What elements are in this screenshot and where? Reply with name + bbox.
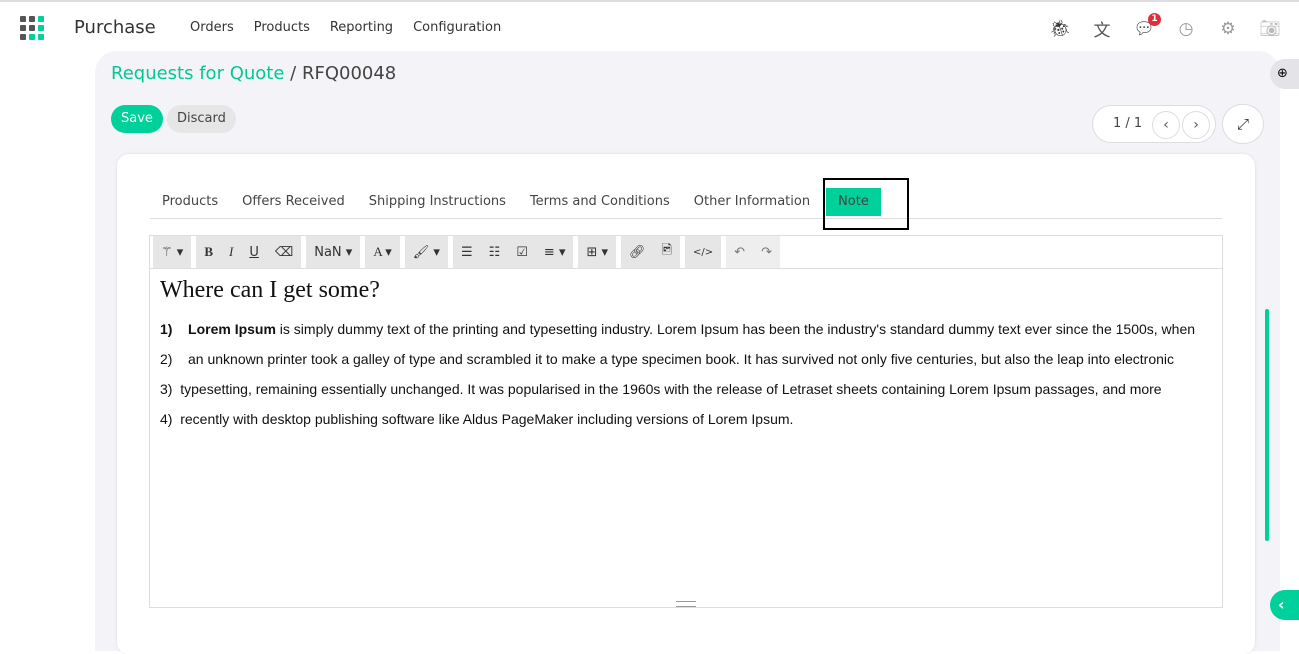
underline-icon[interactable]: U bbox=[241, 245, 267, 260]
chevron-left-icon[interactable]: ‹ bbox=[1270, 590, 1299, 620]
app-title[interactable]: Purchase bbox=[74, 17, 156, 38]
image-icon[interactable]: 🖻 bbox=[654, 241, 680, 263]
brush-icon[interactable]: 🖌︎ ▾ bbox=[405, 245, 448, 260]
top-navbar: Purchase Orders Products Reporting Confi… bbox=[0, 4, 1299, 51]
translate-icon[interactable]: 文 bbox=[1091, 16, 1113, 41]
note-line: 4) recently with desktop publishing soft… bbox=[160, 411, 794, 427]
note-line: 1) Lorem Ipsum is simply dummy text of t… bbox=[160, 321, 1196, 337]
numbered-list-icon[interactable]: ☷ bbox=[481, 245, 509, 260]
table-icon[interactable]: ⊞ ▾ bbox=[578, 245, 616, 260]
notification-badge: 1 bbox=[1148, 12, 1161, 26]
camera-icon[interactable]: 📷︎ bbox=[1259, 19, 1281, 39]
breadcrumb-parent[interactable]: Requests for Quote bbox=[111, 63, 284, 84]
editor-content[interactable]: Where can I get some? 1) Lorem Ipsum is … bbox=[150, 269, 1222, 442]
highlight-box bbox=[823, 178, 909, 230]
align-icon[interactable]: ≡ ▾ bbox=[536, 245, 574, 260]
tab-products[interactable]: Products bbox=[150, 188, 230, 216]
menu-products[interactable]: Products bbox=[254, 20, 310, 35]
scrollbar[interactable] bbox=[1265, 309, 1269, 541]
chevron-left-icon[interactable]: ‹ bbox=[1152, 111, 1180, 139]
notebook-tabs: Products Offers Received Shipping Instru… bbox=[150, 188, 1222, 219]
breadcrumb-current: RFQ00048 bbox=[301, 63, 397, 84]
expand-icon[interactable]: ⤢ bbox=[1222, 104, 1264, 144]
menu-orders[interactable]: Orders bbox=[190, 20, 234, 35]
italic-icon[interactable]: I bbox=[221, 244, 241, 260]
link-icon[interactable]: 🔗︎ bbox=[621, 245, 654, 260]
tab-offers-received[interactable]: Offers Received bbox=[230, 188, 357, 216]
menu-reporting[interactable]: Reporting bbox=[330, 20, 393, 35]
bullet-list-icon[interactable]: ☰ bbox=[453, 245, 481, 260]
gear-icon[interactable]: ⚙ bbox=[1217, 19, 1239, 39]
redo-icon[interactable]: ↷ bbox=[753, 245, 780, 260]
note-heading: Where can I get some? bbox=[160, 277, 380, 303]
note-editor[interactable]: ⚚ ▾ B I U ⌫ NaN ▾ A ▾ 🖌︎ ▾ ☰ ☷ ☑ ≡ ▾ ⊞ ▾ 🔗︎ 🖻 <… bbox=[149, 235, 1223, 608]
breadcrumb-separator: / bbox=[290, 63, 297, 84]
clock-icon[interactable]: ◷ bbox=[1175, 19, 1197, 39]
chat-icon[interactable]: 💬︎ 1 bbox=[1133, 12, 1161, 39]
tab-shipping-instructions[interactable]: Shipping Instructions bbox=[357, 188, 518, 216]
resize-handle[interactable] bbox=[676, 601, 696, 607]
apps-menu-icon[interactable] bbox=[20, 16, 44, 40]
note-line: 3) typesetting, remaining essentially un… bbox=[160, 381, 1162, 397]
editor-toolbar: ⚚ ▾ B I U ⌫ NaN ▾ A ▾ 🖌︎ ▾ ☰ ☷ ☑ ≡ ▾ ⊞ ▾ 🔗︎ 🖻 <… bbox=[150, 236, 1222, 269]
font-size-value: NaN bbox=[314, 244, 342, 260]
checklist-icon[interactable]: ☑ bbox=[508, 245, 536, 260]
undo-icon[interactable]: ↶ bbox=[726, 245, 753, 260]
pager: 1 / 1 ‹ › bbox=[1092, 105, 1216, 143]
breadcrumb: Requests for Quote / RFQ00048 bbox=[111, 63, 396, 84]
tab-other-information[interactable]: Other Information bbox=[682, 188, 822, 216]
note-line: 2) an unknown printer took a galley of t… bbox=[160, 351, 1175, 367]
code-view-icon[interactable]: </> bbox=[685, 247, 721, 258]
zoom-in-icon[interactable]: ⊕ bbox=[1270, 59, 1299, 89]
font-size-dropdown[interactable]: NaN ▾ bbox=[306, 245, 360, 260]
bug-icon[interactable]: 🐞︎ bbox=[1049, 19, 1071, 39]
tab-terms-and-conditions[interactable]: Terms and Conditions bbox=[518, 188, 682, 216]
magic-wand-icon[interactable]: ⚚ ▾ bbox=[153, 245, 191, 260]
discard-button[interactable]: Discard bbox=[167, 105, 236, 133]
bold-icon[interactable]: B bbox=[196, 244, 221, 260]
chevron-right-icon[interactable]: › bbox=[1182, 111, 1210, 139]
eraser-icon[interactable]: ⌫ bbox=[267, 245, 301, 260]
menu-configuration[interactable]: Configuration bbox=[413, 20, 501, 35]
pager-value[interactable]: 1 / 1 bbox=[1113, 116, 1142, 131]
save-button[interactable]: Save bbox=[111, 105, 163, 133]
font-color-icon[interactable]: A ▾ bbox=[365, 244, 399, 260]
